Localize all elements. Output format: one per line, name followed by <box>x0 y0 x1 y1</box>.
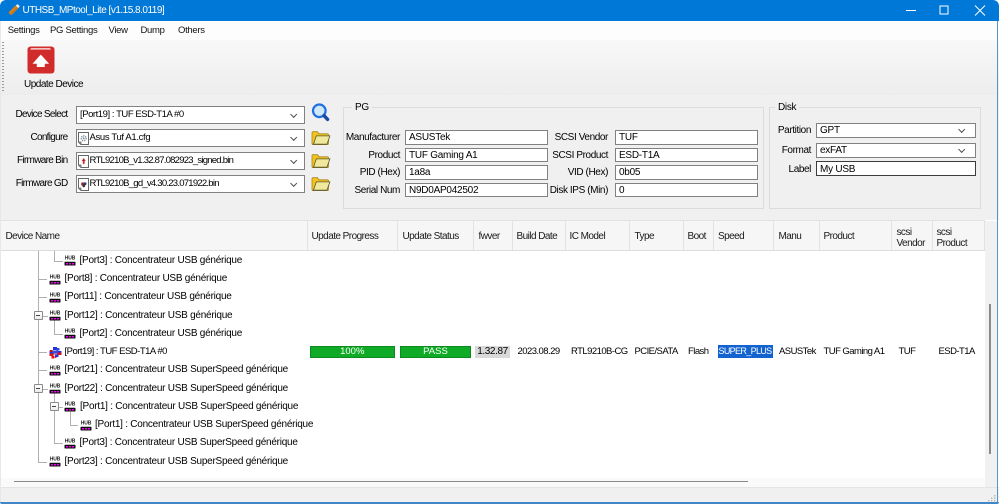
svg-text:HUB: HUB <box>49 457 60 463</box>
svg-text:HUB: HUB <box>49 311 60 317</box>
svg-text:HUB: HUB <box>65 402 76 408</box>
svg-text:HUB: HUB <box>65 329 76 335</box>
svg-text:HUB: HUB <box>49 292 60 298</box>
svg-text:HUB: HUB <box>49 384 60 390</box>
svg-text:HUB: HUB <box>80 420 91 426</box>
svg-text:HUB: HUB <box>49 274 60 280</box>
svg-text:HUB: HUB <box>49 365 60 371</box>
svg-text:HUB: HUB <box>65 438 76 444</box>
svg-text:HUB: HUB <box>65 256 76 262</box>
